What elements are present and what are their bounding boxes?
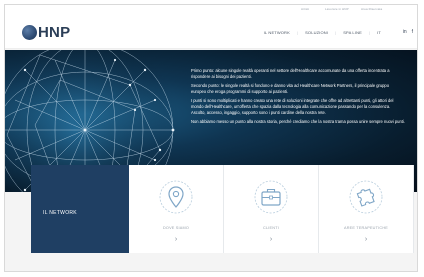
- chevron-right-icon[interactable]: ›: [224, 236, 318, 243]
- utility-bar: Artisti Lavorare in HNP Area Riservata: [5, 5, 417, 15]
- utility-link-artisti[interactable]: Artisti: [301, 7, 309, 11]
- linkedin-icon[interactable]: in: [403, 29, 407, 35]
- site-header: HNP IL NETWORK | SOLUZIONI | SPA LINE | …: [5, 15, 417, 49]
- hero-paragraph: Non abbiamo messo un punto alla nostra s…: [191, 119, 405, 125]
- chevron-right-icon[interactable]: ›: [319, 236, 413, 243]
- feature-tiles: IL NETWORK DOVE SIAMO › CLIENTI › AREE T…: [31, 165, 415, 253]
- hero-text: Primo punto: alcune singole realtà opera…: [191, 68, 405, 129]
- chevron-right-icon[interactable]: ›: [129, 236, 223, 243]
- nav-item-soluzioni[interactable]: SOLUZIONI: [305, 30, 328, 35]
- nav-separator: |: [368, 30, 371, 35]
- briefcase-icon: [254, 180, 288, 214]
- facebook-icon[interactable]: f: [412, 29, 413, 35]
- main-nav: IL NETWORK | SOLUZIONI | SPA LINE | IT: [264, 30, 381, 35]
- logo-text: HNP: [38, 23, 71, 41]
- hero-paragraph: I punti si sono moltiplicati e hanno cre…: [191, 98, 394, 115]
- utility-link-lavorare[interactable]: Lavorare in HNP: [325, 7, 349, 11]
- utility-link-area-riservata[interactable]: Area Riservata: [361, 7, 382, 11]
- nav-separator: |: [296, 30, 299, 35]
- logo-mark-icon: [22, 24, 37, 40]
- nav-item-il-network[interactable]: IL NETWORK: [264, 30, 290, 35]
- nav-item-language[interactable]: IT: [377, 30, 381, 35]
- hero-paragraph: Secondo punto: le singole realtà si fond…: [191, 83, 389, 94]
- nav-item-spa-line[interactable]: SPA LINE: [343, 30, 362, 35]
- tile-dove-siamo[interactable]: DOVE SIAMO ›: [129, 165, 224, 253]
- tile-label: DOVE SIAMO: [162, 226, 190, 230]
- tile-il-network[interactable]: IL NETWORK: [31, 165, 129, 253]
- tile-aree-terapeutiche[interactable]: AREE TERAPEUTICHE ›: [319, 165, 414, 253]
- hero-paragraph: Primo punto: alcune singole realtà opera…: [191, 68, 390, 79]
- social-icons: in f: [403, 29, 413, 35]
- puzzle-icon: [349, 180, 383, 214]
- tile-clienti[interactable]: CLIENTI ›: [224, 165, 319, 253]
- location-pin-icon: [159, 180, 193, 214]
- tile-label: AREE TERAPEUTICHE: [343, 226, 389, 230]
- nav-separator: |: [335, 30, 337, 35]
- tile-label: CLIENTI: [263, 226, 279, 230]
- browser-viewport: Artisti Lavorare in HNP Area Riservata H…: [4, 4, 418, 272]
- hnp-logo[interactable]: HNP: [22, 23, 71, 41]
- tile-network-label: IL NETWORK: [43, 210, 77, 216]
